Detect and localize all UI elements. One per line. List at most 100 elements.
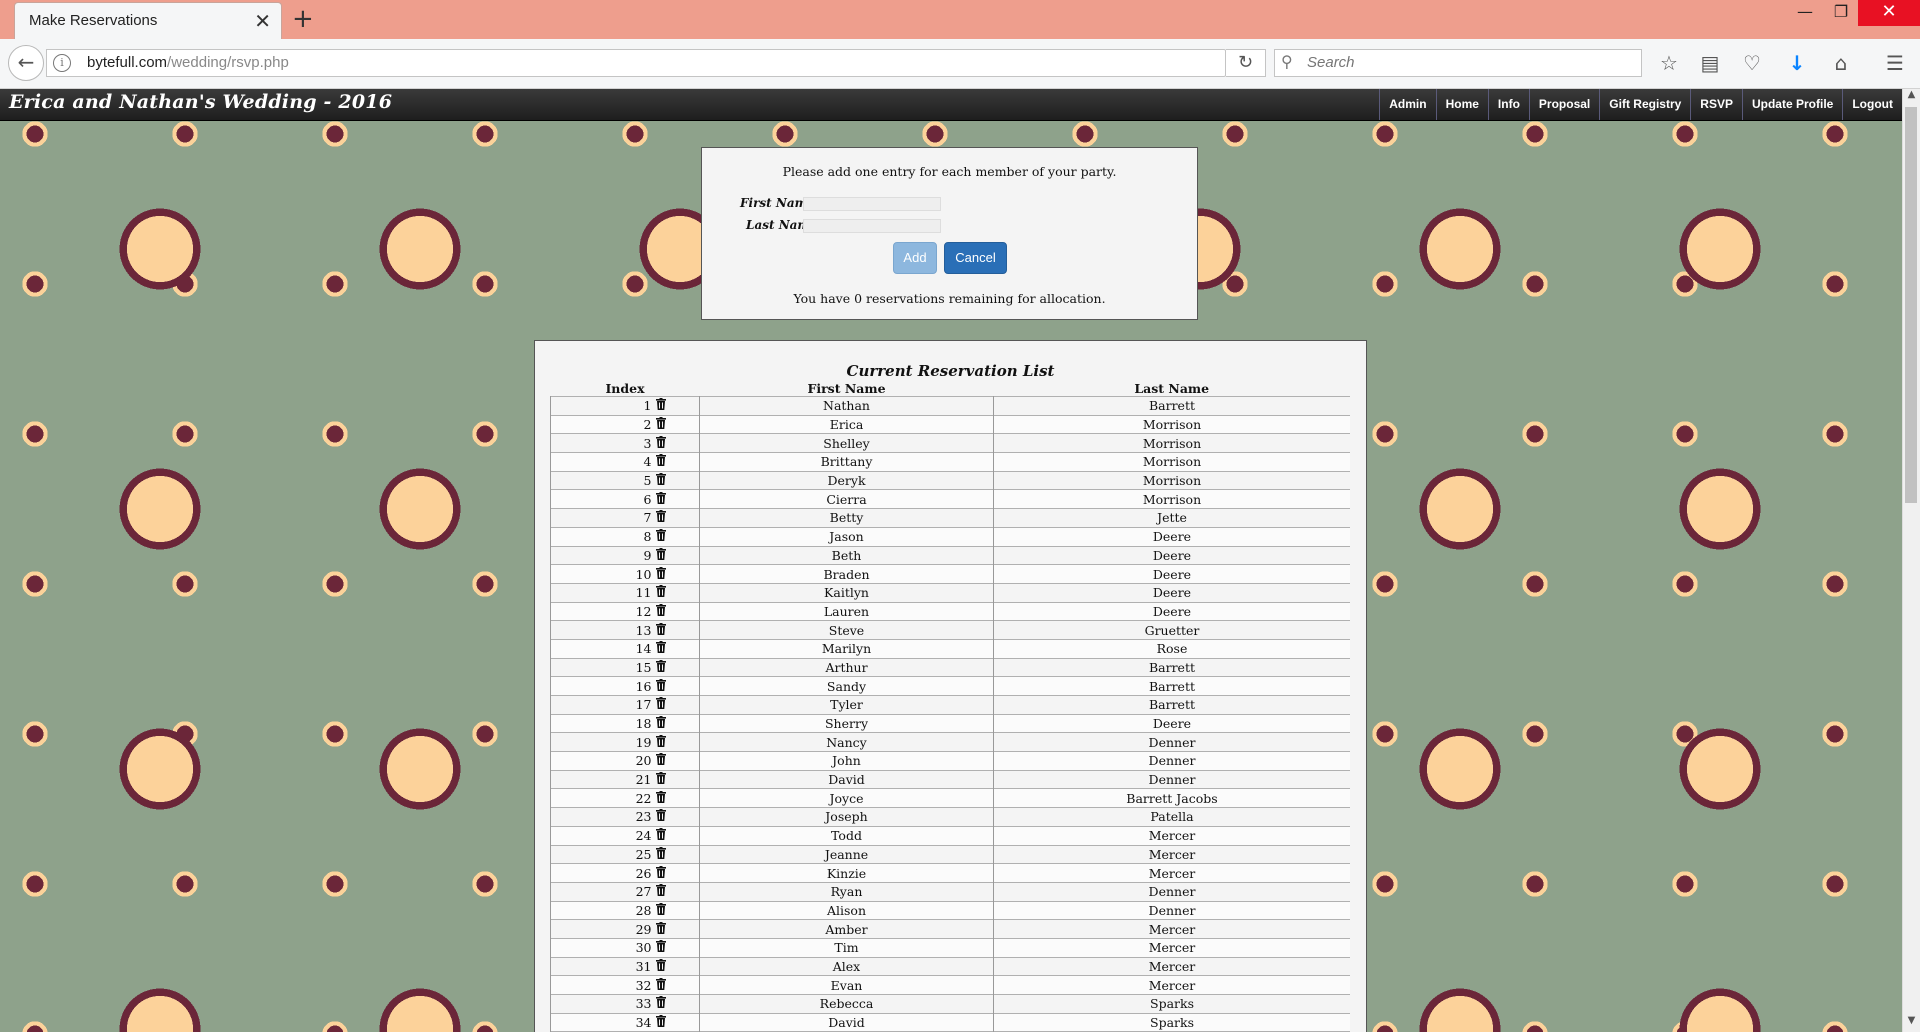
trash-icon[interactable] <box>655 828 666 841</box>
pocket-icon[interactable]: ♡ <box>1737 49 1767 77</box>
nav-info[interactable]: Info <box>1487 89 1529 120</box>
first-name-cell: Arthur <box>699 657 994 677</box>
last-name-cell: Gruetter <box>993 620 1350 640</box>
trash-icon[interactable] <box>655 977 666 991</box>
cancel-button[interactable]: Cancel <box>944 242 1007 274</box>
index-cell: 31 <box>550 956 700 976</box>
trash-icon[interactable] <box>655 547 666 561</box>
index-cell: 7 <box>550 508 700 528</box>
table-row: 32 Evan Mercer <box>550 975 1350 995</box>
trash-icon[interactable] <box>655 678 666 692</box>
row-index: 34 <box>635 1015 652 1031</box>
trash-icon[interactable] <box>655 529 666 542</box>
info-icon[interactable]: i <box>53 54 71 72</box>
trash-icon[interactable] <box>655 566 666 580</box>
trash-icon[interactable] <box>655 491 666 505</box>
trash-icon[interactable] <box>655 473 666 486</box>
trash-icon[interactable] <box>655 921 666 935</box>
home-icon[interactable]: ⌂ <box>1826 49 1856 77</box>
row-index: 32 <box>635 977 652 993</box>
trash-icon[interactable] <box>655 865 666 879</box>
trash-icon[interactable] <box>655 772 666 785</box>
index-cell: 22 <box>550 788 700 808</box>
first-name-cell: Nathan <box>699 396 994 416</box>
last-name-cell: Morrison <box>993 470 1350 490</box>
trash-icon[interactable] <box>655 697 666 710</box>
row-index: 6 <box>643 491 652 507</box>
nav-update-profile[interactable]: Update Profile <box>1741 89 1842 120</box>
window-close-icon[interactable]: ✕ <box>1858 0 1920 26</box>
first-name-cell: David <box>699 1012 994 1032</box>
browser-tab[interactable]: Make Reservations ✕ <box>14 2 282 39</box>
trash-icon[interactable] <box>655 659 666 673</box>
trash-icon[interactable] <box>655 622 666 636</box>
index-cell: 1 <box>550 396 700 416</box>
scrollbar-thumb[interactable] <box>1905 107 1917 503</box>
first-name-cell: Brittany <box>699 452 994 472</box>
back-arrow-icon[interactable]: ← <box>8 45 44 81</box>
trash-icon[interactable] <box>655 996 666 1009</box>
nav-rsvp[interactable]: RSVP <box>1690 89 1742 120</box>
scroll-up-arrow-icon[interactable]: ▲ <box>1903 89 1920 106</box>
trash-icon[interactable] <box>655 435 666 449</box>
trash-icon[interactable] <box>655 510 666 523</box>
trash-icon[interactable] <box>655 790 666 804</box>
table-row: 8 Jason Deere <box>550 526 1350 546</box>
table-row: 33 Rebecca Sparks <box>550 994 1350 1014</box>
first-name-cell: Erica <box>699 414 994 434</box>
nav-home[interactable]: Home <box>1435 89 1488 120</box>
row-index: 12 <box>635 603 652 619</box>
row-index: 3 <box>643 435 652 451</box>
reload-icon[interactable]: ↻ <box>1226 49 1266 77</box>
trash-icon[interactable] <box>655 1015 666 1028</box>
last-name-cell: Barrett Jacobs <box>993 788 1350 808</box>
trash-icon[interactable] <box>655 902 666 916</box>
table-row: 20 John Denner <box>550 751 1350 771</box>
scroll-down-arrow-icon[interactable]: ▼ <box>1903 1015 1920 1032</box>
bookmark-star-icon[interactable]: ☆ <box>1654 49 1684 77</box>
index-cell: 34 <box>550 1012 700 1032</box>
row-index: 7 <box>643 510 652 526</box>
row-index: 4 <box>643 454 652 470</box>
trash-icon[interactable] <box>655 585 666 598</box>
trash-icon[interactable] <box>655 716 666 729</box>
first-name-cell: Braden <box>699 564 994 584</box>
url-bar[interactable]: i bytefull.com/wedding/rsvp.php <box>46 49 1226 77</box>
search-input[interactable] <box>1305 53 1629 72</box>
url-text[interactable]: bytefull.com/wedding/rsvp.php <box>87 54 289 71</box>
first-name-input[interactable] <box>803 197 941 211</box>
download-icon[interactable]: ↓ <box>1782 49 1812 77</box>
trash-icon[interactable] <box>655 398 666 411</box>
new-tab-icon[interactable]: + <box>292 4 314 34</box>
table-row: 14 Marilyn Rose <box>550 638 1350 659</box>
trash-icon[interactable] <box>655 958 666 972</box>
close-tab-icon[interactable]: ✕ <box>254 9 271 33</box>
first-name-cell: Joseph <box>699 807 994 827</box>
trash-icon[interactable] <box>655 809 666 822</box>
trash-icon[interactable] <box>655 603 666 617</box>
search-bar[interactable]: ⚲ <box>1274 49 1642 77</box>
trash-icon[interactable] <box>655 641 666 654</box>
add-button[interactable]: Add <box>893 242 937 274</box>
page-scrollbar[interactable]: ▲ ▼ <box>1902 89 1920 1032</box>
nav-gift-registry[interactable]: Gift Registry <box>1599 89 1690 120</box>
trash-icon[interactable] <box>655 417 666 430</box>
first-name-cell: Marilyn <box>699 638 994 659</box>
last-name-cell: Patella <box>993 807 1350 827</box>
index-cell: 6 <box>550 489 700 509</box>
trash-icon[interactable] <box>655 846 666 860</box>
last-name-input[interactable] <box>803 219 941 233</box>
reading-list-icon[interactable]: ▤ <box>1695 49 1725 77</box>
table-row: 3 Shelley Morrison <box>550 433 1350 453</box>
trash-icon[interactable] <box>655 454 666 467</box>
index-cell: 32 <box>550 975 700 995</box>
hamburger-menu-icon[interactable]: ☰ <box>1880 49 1910 77</box>
nav-admin[interactable]: Admin <box>1379 89 1435 120</box>
last-name-cell: Jette <box>993 508 1350 528</box>
nav-logout[interactable]: Logout <box>1842 89 1902 120</box>
trash-icon[interactable] <box>655 884 666 897</box>
trash-icon[interactable] <box>655 734 666 748</box>
trash-icon[interactable] <box>655 753 666 766</box>
nav-proposal[interactable]: Proposal <box>1528 89 1599 120</box>
trash-icon[interactable] <box>655 940 666 953</box>
